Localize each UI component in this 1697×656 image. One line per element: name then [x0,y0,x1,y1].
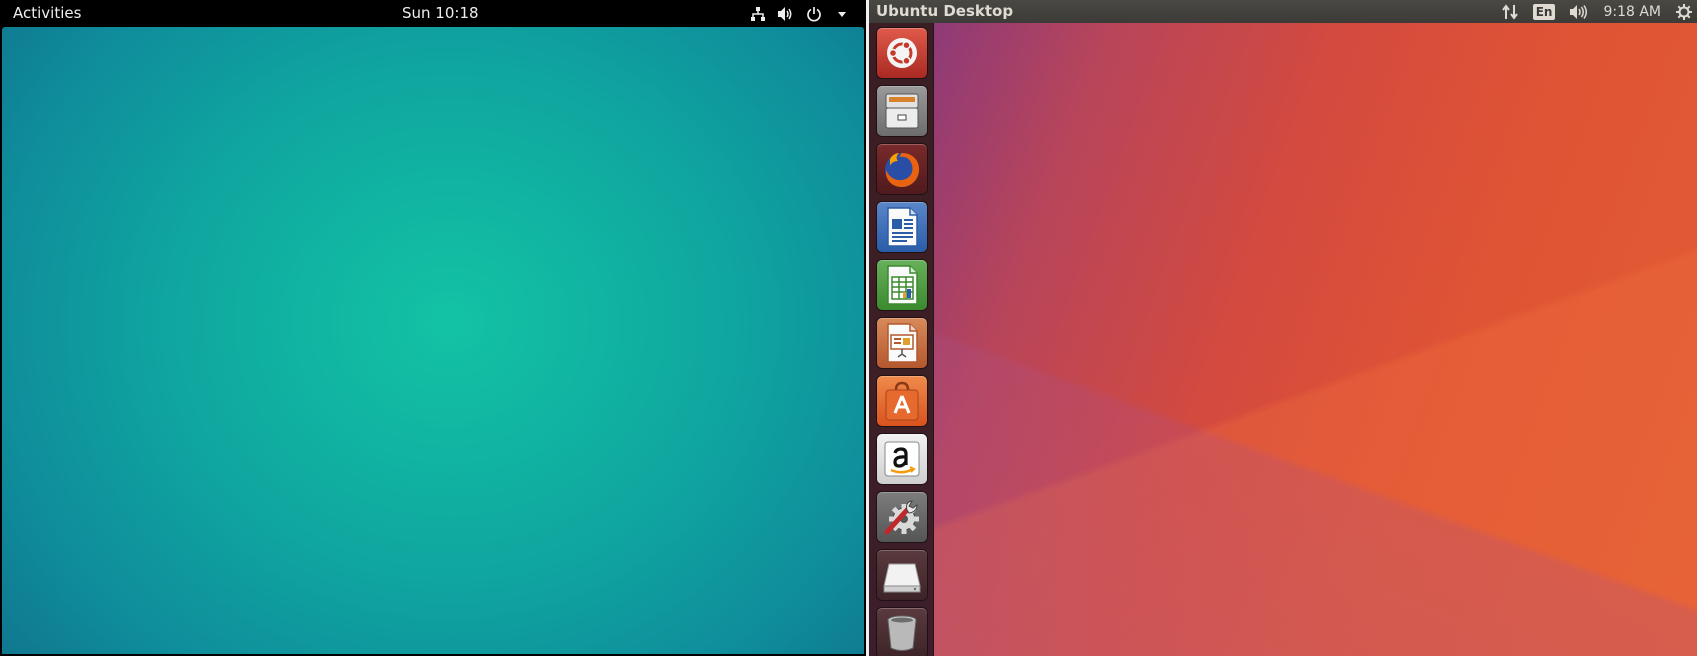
unity-session: Ubuntu Desktop En 9:18 AM [869,0,1697,656]
calc-spreadsheet-icon [887,265,918,305]
launcher-item-amazon[interactable] [877,434,927,484]
gnome-desktop-wallpaper[interactable] [2,27,864,654]
writer-document-icon [887,207,918,247]
network-icon[interactable] [748,4,768,24]
unity-top-panel: Ubuntu Desktop En 9:18 AM [869,0,1697,23]
input-method-badge[interactable]: En [1532,3,1556,20]
launcher-item-dash-home[interactable] [877,28,927,78]
volume-icon[interactable] [1569,2,1589,22]
system-status-area[interactable] [740,0,866,27]
keyboard-layout-icon[interactable]: En [1532,2,1556,22]
clock-button[interactable]: Sun 10:18 [402,4,479,22]
settings-wrench-gear-icon [884,500,919,535]
launcher-item-removable-drive[interactable] [877,550,927,600]
launcher-item-files[interactable] [877,86,927,136]
launcher-item-firefox[interactable] [877,144,927,194]
trash-icon [887,615,917,651]
panel-title: Ubuntu Desktop [876,2,1014,20]
launcher-item-ubuntu-software[interactable] [877,376,927,426]
gnome-top-bar: Activities Sun 10:18 [0,0,866,27]
impress-presentation-icon [887,323,918,363]
network-updown-icon[interactable] [1501,2,1519,22]
wallpaper-lower-band [934,23,1697,656]
unity-launcher [869,23,934,656]
launcher-item-impress[interactable] [877,318,927,368]
indicator-area[interactable]: En 9:18 AM [1487,0,1697,23]
drive-icon [883,563,921,593]
launcher-item-system-settings[interactable] [877,492,927,542]
file-cabinet-icon [885,93,919,129]
dropdown-arrow-icon[interactable] [832,4,852,24]
amazon-icon [884,441,920,477]
screenshot-canvas: Activities Sun 10:18 Ubuntu Desktop En 9… [0,0,1697,656]
session-gear-icon[interactable] [1675,2,1693,22]
volume-icon[interactable] [776,4,796,24]
launcher-item-writer[interactable] [877,202,927,252]
software-bag-icon [885,381,919,421]
launcher-item-trash[interactable] [877,608,927,656]
firefox-icon [885,153,920,187]
gnome-session: Activities Sun 10:18 [0,0,866,656]
activities-button[interactable]: Activities [13,4,81,22]
ubuntu-logo-icon [887,38,917,68]
power-icon[interactable] [804,4,824,24]
unity-desktop-wallpaper[interactable] [934,23,1697,656]
launcher-item-calc[interactable] [877,260,927,310]
clock-indicator[interactable]: 9:18 AM [1603,4,1661,20]
